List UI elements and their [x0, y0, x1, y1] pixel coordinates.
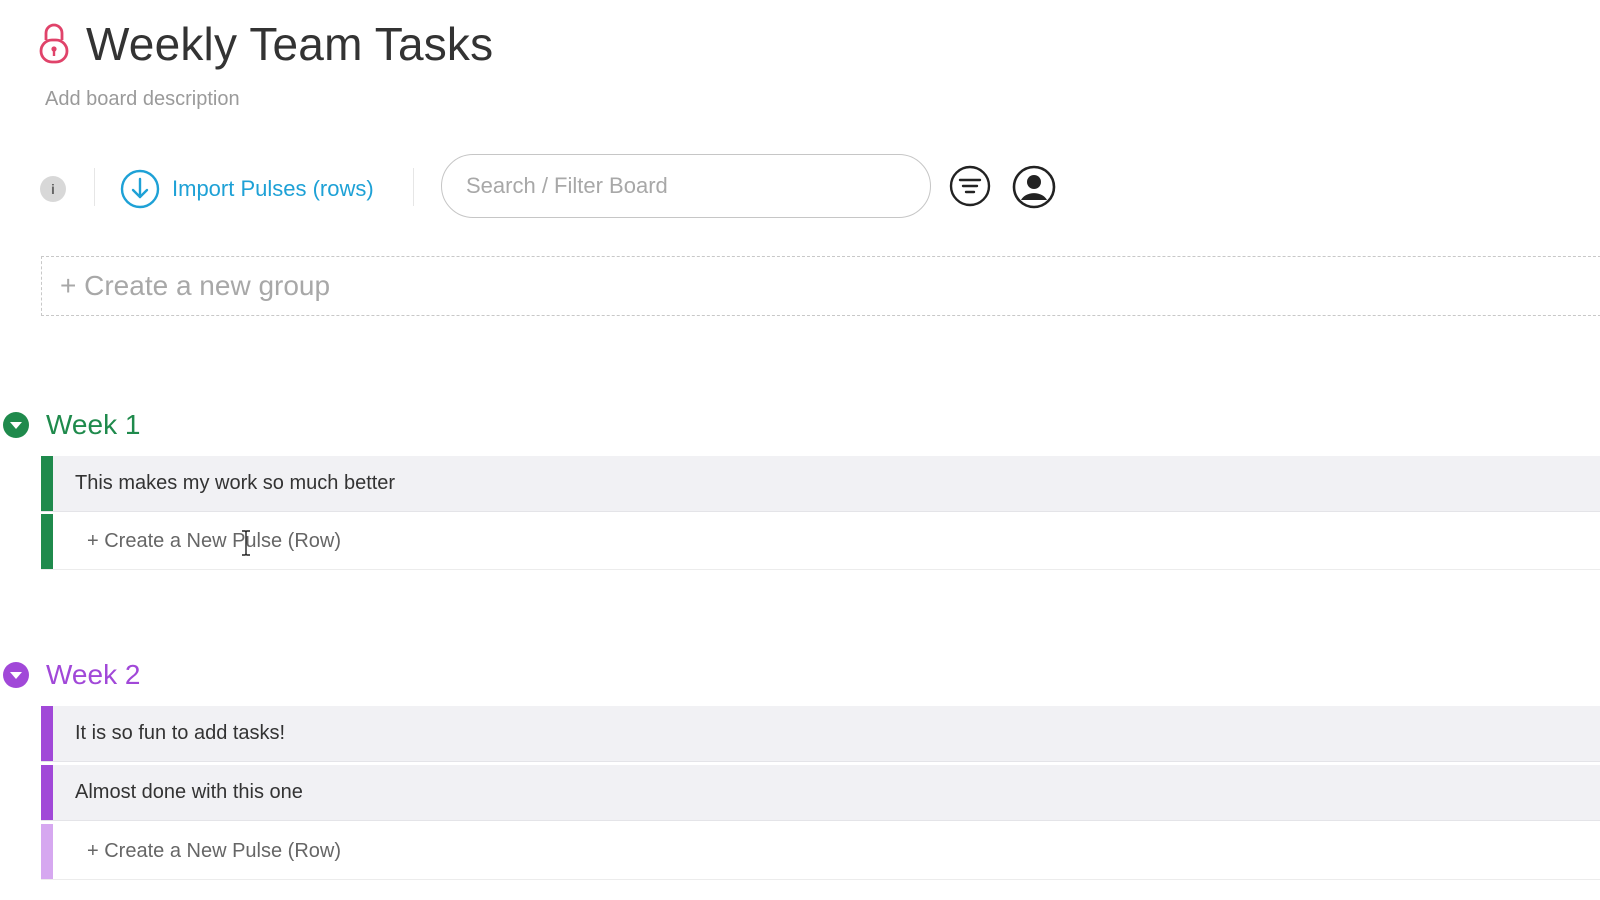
create-pulse-row[interactable]: + Create a New Pulse (Row): [41, 514, 1600, 570]
group-header-week-1: Week 1: [2, 409, 140, 441]
group-color-bar: [41, 706, 53, 761]
text-cursor-icon: [242, 530, 250, 556]
group-color-bar: [41, 456, 53, 511]
group-header-week-2: Week 2: [2, 659, 140, 691]
create-pulse-row[interactable]: + Create a New Pulse (Row): [41, 824, 1600, 880]
toolbar-divider: [94, 168, 95, 206]
search-filter-input[interactable]: [441, 154, 931, 218]
pulse-name[interactable]: It is so fun to add tasks!: [75, 722, 285, 745]
group-color-bar: [41, 514, 53, 569]
group-title[interactable]: Week 2: [46, 659, 140, 691]
pulse-row[interactable]: This makes my work so much better: [41, 456, 1600, 512]
board-description[interactable]: Add board description: [45, 88, 240, 111]
chevron-down-icon[interactable]: [2, 661, 30, 689]
board-page: Weekly Team Tasks Add board description …: [0, 0, 1600, 900]
group-color-bar: [41, 824, 53, 879]
group-color-bar: [41, 765, 53, 820]
pulse-name[interactable]: This makes my work so much better: [75, 472, 395, 495]
group-title[interactable]: Week 1: [46, 409, 140, 441]
pulse-row[interactable]: It is so fun to add tasks!: [41, 706, 1600, 762]
chevron-down-icon[interactable]: [2, 411, 30, 439]
filter-icon[interactable]: [949, 165, 991, 207]
pulse-row[interactable]: Almost done with this one: [41, 765, 1600, 821]
info-icon[interactable]: i: [40, 176, 66, 202]
import-pulses-label: Import Pulses (rows): [172, 176, 374, 201]
pulse-name[interactable]: Almost done with this one: [75, 781, 303, 804]
create-pulse-label[interactable]: + Create a New Pulse (Row): [87, 530, 341, 553]
create-new-group-button[interactable]: + Create a new group: [41, 256, 1600, 316]
toolbar-divider: [413, 168, 414, 206]
lock-icon[interactable]: [38, 22, 70, 64]
person-icon[interactable]: [1012, 165, 1056, 209]
import-pulses-button[interactable]: Import Pulses (rows): [120, 167, 374, 211]
download-icon: [120, 169, 160, 209]
board-title[interactable]: Weekly Team Tasks: [86, 14, 493, 74]
create-pulse-label[interactable]: + Create a New Pulse (Row): [87, 840, 341, 863]
